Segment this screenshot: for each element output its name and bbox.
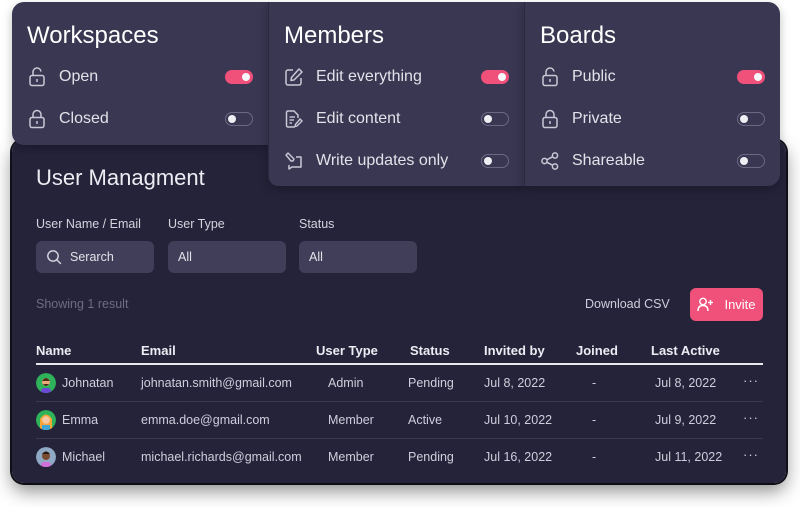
permissions-card: Workspaces Open Closed Members Edit ever… — [12, 2, 780, 186]
permission-row-open: Open — [27, 65, 253, 89]
workspaces-section: Workspaces Open Closed — [12, 2, 268, 145]
add-user-icon — [697, 297, 714, 312]
user-name: Johnatan — [62, 376, 114, 390]
column-header-invited-by[interactable]: Invited by — [484, 343, 545, 358]
user-email: emma.doe@gmail.com — [141, 413, 270, 427]
avatar — [36, 447, 56, 467]
user-status: Active — [408, 413, 443, 427]
column-header-name[interactable]: Name — [36, 343, 71, 358]
permission-row-write-updates: Write updates only — [284, 149, 509, 173]
result-count: Showing 1 result — [36, 297, 129, 311]
user-type: Member — [328, 450, 374, 464]
joined-date: - — [592, 376, 597, 390]
permission-label: Public — [572, 68, 616, 85]
more-options-icon[interactable]: ··· — [743, 373, 759, 388]
avatar — [36, 373, 56, 393]
status-value: All — [309, 250, 323, 264]
column-header-email[interactable]: Email — [141, 343, 176, 358]
table-row[interactable]: Emma emma.doe@gmail.com Member Active Ju… — [36, 402, 763, 439]
user-type: Member — [328, 413, 374, 427]
boards-section: Boards Public Private Shareable — [524, 2, 780, 186]
column-header-user-type[interactable]: User Type — [316, 343, 378, 358]
document-edit-icon — [284, 109, 304, 129]
user-name: Michael — [62, 450, 106, 464]
user-status: Pending — [408, 376, 454, 390]
joined-date: - — [592, 450, 597, 464]
joined-date: - — [592, 413, 597, 427]
user-name: Emma — [62, 413, 99, 427]
invited-date: Jul 16, 2022 — [484, 450, 553, 464]
search-icon — [47, 250, 62, 265]
search-input[interactable]: Serarch — [36, 241, 154, 273]
permission-row-closed: Closed — [27, 107, 253, 131]
name-filter-label: User Name / Email — [36, 217, 141, 231]
column-header-joined[interactable]: Joined — [576, 343, 618, 358]
permission-label: Write updates only — [316, 152, 449, 169]
invited-date: Jul 8, 2022 — [484, 376, 546, 390]
toggle-switch[interactable] — [225, 112, 253, 126]
search-placeholder: Serarch — [70, 250, 114, 264]
user-type-select[interactable]: All — [168, 241, 286, 273]
download-csv-button[interactable]: Download CSV — [585, 297, 670, 311]
section-title: Boards — [540, 22, 617, 49]
toggle-switch[interactable] — [225, 70, 253, 84]
invite-button[interactable]: Invite — [690, 288, 763, 321]
permission-label: Open — [59, 68, 99, 85]
users-table: Name Email User Type Status Invited by J… — [36, 335, 763, 476]
permission-row-public: Public — [540, 65, 765, 89]
lock-icon — [540, 109, 560, 129]
members-section: Members Edit everything Edit content Wri… — [268, 2, 524, 186]
toggle-switch[interactable] — [737, 154, 765, 168]
permission-label: Edit content — [316, 110, 401, 127]
more-options-icon[interactable]: ··· — [743, 410, 759, 425]
share-icon — [540, 151, 560, 171]
table-row[interactable]: Michael michael.richards@gmail.com Membe… — [36, 439, 763, 476]
edit-square-icon — [284, 67, 304, 87]
toggle-switch[interactable] — [481, 112, 509, 126]
user-management-panel: User Managment User Name / Email User Ty… — [12, 140, 786, 483]
section-title: Members — [284, 22, 385, 49]
section-title: Workspaces — [27, 22, 159, 49]
status-filter-label: Status — [299, 217, 335, 231]
toggle-switch[interactable] — [737, 112, 765, 126]
invite-label: Invite — [724, 297, 756, 312]
invited-date: Jul 10, 2022 — [484, 413, 553, 427]
permission-row-private: Private — [540, 107, 765, 131]
permission-label: Private — [572, 110, 622, 127]
lock-icon — [27, 109, 47, 129]
last-active-date: Jul 8, 2022 — [655, 376, 717, 390]
avatar — [36, 410, 56, 430]
table-row[interactable]: Johnatan johnatan.smith@gmail.com Admin … — [36, 365, 763, 402]
user-email: michael.richards@gmail.com — [141, 450, 302, 464]
lock-open-icon — [540, 67, 560, 87]
user-type-value: All — [178, 250, 192, 264]
last-active-date: Jul 11, 2022 — [655, 450, 723, 464]
permission-label: Edit everything — [316, 68, 422, 85]
permission-row-edit-content: Edit content — [284, 107, 509, 131]
type-filter-label: User Type — [168, 217, 225, 231]
permission-row-edit-everything: Edit everything — [284, 65, 509, 89]
permission-label: Closed — [59, 110, 109, 127]
write-update-icon — [284, 151, 304, 171]
toggle-switch[interactable] — [481, 154, 509, 168]
toggle-switch[interactable] — [737, 70, 765, 84]
column-header-status[interactable]: Status — [410, 343, 450, 358]
lock-open-icon — [27, 67, 47, 87]
toggle-switch[interactable] — [481, 70, 509, 84]
user-email: johnatan.smith@gmail.com — [141, 376, 292, 390]
status-select[interactable]: All — [299, 241, 417, 273]
more-options-icon[interactable]: ··· — [743, 447, 759, 462]
permission-row-shareable: Shareable — [540, 149, 765, 173]
permission-label: Shareable — [572, 152, 645, 169]
user-type: Admin — [328, 376, 364, 390]
user-status: Pending — [408, 450, 454, 464]
last-active-date: Jul 9, 2022 — [655, 413, 717, 427]
column-header-last-active[interactable]: Last Active — [651, 343, 720, 358]
table-header: Name Email User Type Status Invited by J… — [36, 335, 763, 365]
